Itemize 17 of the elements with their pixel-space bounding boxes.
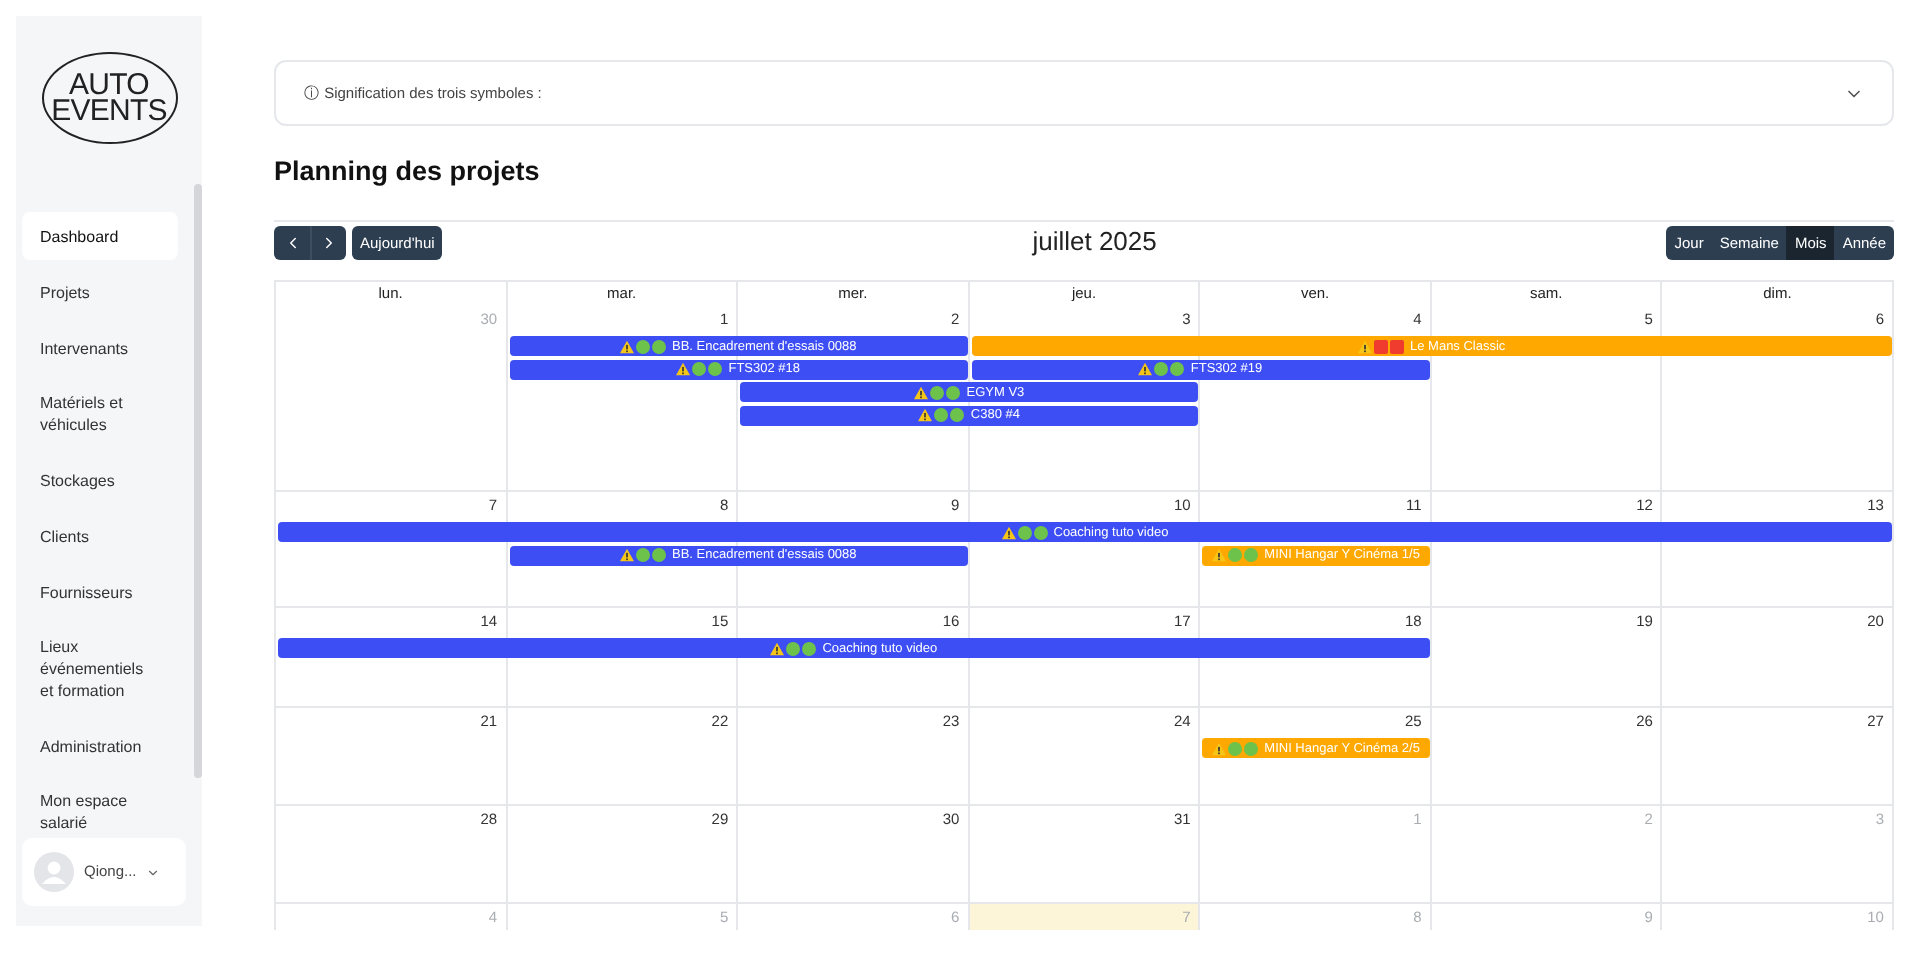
logo: AUTO EVENTS — [41, 52, 177, 144]
previous-button[interactable] — [274, 225, 310, 260]
sidebar-item[interactable]: Administration — [22, 722, 178, 770]
chevron-right-icon — [320, 233, 338, 252]
chevron-icon — [146, 865, 161, 879]
sidebar-item[interactable]: Projets — [22, 268, 178, 316]
calendar-title: juillet 2025 — [1032, 224, 1157, 260]
sidebar-item[interactable]: Intervenants — [22, 324, 178, 372]
sidebar-item[interactable]: Stockages — [22, 456, 178, 504]
sidebar-item[interactable]: Lieux événementiels et formation — [22, 624, 178, 714]
avatar-icon — [34, 852, 74, 892]
sidebar-item[interactable]: Clients — [22, 512, 178, 560]
sidebar-item[interactable]: Fournisseurs — [22, 568, 178, 616]
sidebar-item[interactable]: Matériels et véhicules — [22, 380, 178, 448]
next-button[interactable] — [310, 225, 346, 260]
sidebar-item[interactable]: Dashboard — [22, 212, 178, 260]
page-title: Planning des projets — [274, 154, 542, 190]
